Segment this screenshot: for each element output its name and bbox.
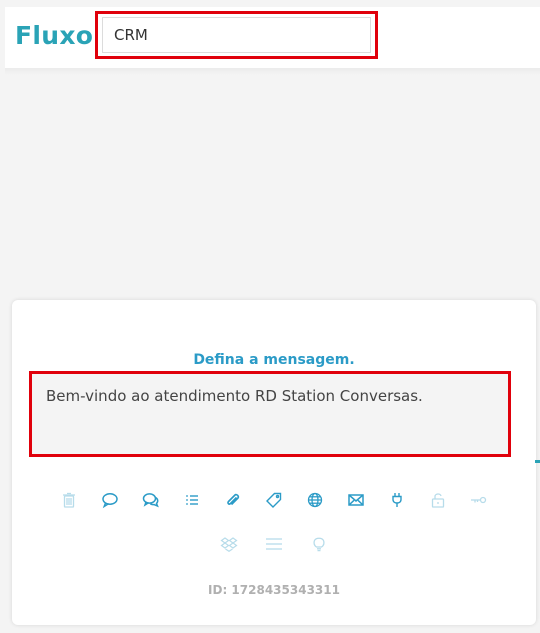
brand-title: Fluxo [15,21,94,50]
message-title: Defina a mensagem. [193,352,355,368]
speech-bubbles-icon[interactable] [131,488,172,512]
globe-icon[interactable] [295,488,336,512]
list-icon[interactable] [172,488,213,512]
trash-icon[interactable] [49,488,90,512]
action-toolbar [12,488,536,512]
lightbulb-icon[interactable] [299,532,340,556]
node-id-label: ID: 1728435343311 [208,583,340,597]
plug-icon[interactable] [377,488,418,512]
secondary-toolbar [12,532,536,556]
unlock-icon[interactable] [418,488,459,512]
envelope-icon[interactable] [336,488,377,512]
paperclip-icon[interactable] [213,488,254,512]
flow-name-input[interactable] [102,17,371,53]
menu-lines-icon[interactable] [254,532,295,556]
speech-bubble-icon[interactable] [90,488,131,512]
connector-handle[interactable] [535,460,540,463]
message-card: Defina a mensagem. Bem-vindo ao atendime… [12,300,536,625]
header-divider [5,68,540,75]
flow-name-highlight [95,11,378,59]
dropbox-icon[interactable] [209,532,250,556]
top-bar: Fluxo [5,7,540,68]
message-textarea[interactable]: Bem-vindo ao atendimento RD Station Conv… [29,371,511,457]
tag-icon[interactable] [254,488,295,512]
key-icon[interactable] [459,488,500,512]
message-text[interactable]: Bem-vindo ao atendimento RD Station Conv… [46,386,500,406]
